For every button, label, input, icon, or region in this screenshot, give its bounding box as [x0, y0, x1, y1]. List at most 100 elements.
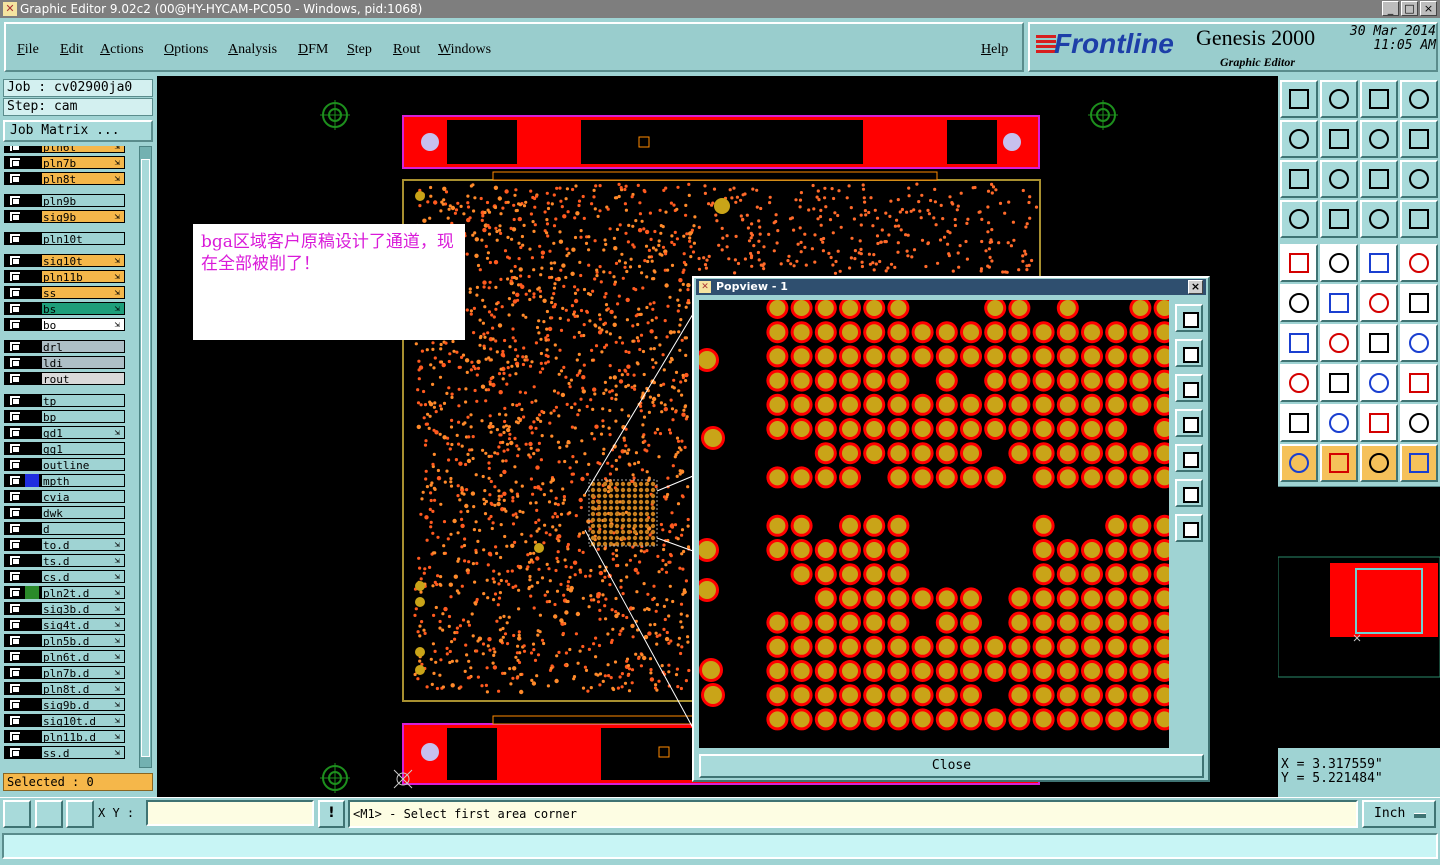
rotate-icon[interactable] — [1360, 324, 1398, 362]
layer-name[interactable]: sig4t.d ⇲ — [41, 618, 125, 632]
layer-checkbox[interactable] — [9, 411, 21, 422]
layer-checkbox[interactable] — [9, 555, 21, 566]
layer-name[interactable]: pln9b — [41, 194, 125, 208]
minimize-button[interactable]: _ — [1382, 1, 1399, 16]
layer-row-rout[interactable]: rout — [4, 372, 128, 386]
layer-name[interactable]: bo ⇲ — [41, 318, 125, 332]
layer-row-ts-d[interactable]: ts.d ⇲ — [4, 554, 128, 568]
popview-zoom-in-icon[interactable] — [1175, 479, 1203, 507]
layer-checkbox[interactable] — [9, 173, 21, 184]
blob-icon[interactable] — [1400, 364, 1438, 402]
area-select-icon[interactable] — [1400, 244, 1438, 282]
layer-row-gd1[interactable]: gd1 ⇲ — [4, 426, 128, 440]
layer-checkbox[interactable] — [9, 341, 21, 352]
layer-checkbox[interactable] — [9, 651, 21, 662]
layer-name[interactable]: tp — [41, 394, 125, 408]
layer-name[interactable]: ss.d ⇲ — [41, 746, 125, 760]
layer-checkbox[interactable] — [9, 635, 21, 646]
xy-input[interactable] — [146, 800, 314, 826]
menu-step[interactable]: Step — [347, 42, 372, 58]
layer-name[interactable]: dwk — [41, 506, 125, 520]
popview-pan-left-icon[interactable] — [1175, 409, 1203, 437]
undo-icon[interactable] — [1280, 120, 1318, 158]
menu-analysis[interactable]: Analysis — [228, 42, 277, 58]
layer-row-to-d[interactable]: to.d ⇲ — [4, 538, 128, 552]
layer-row-sig4t-d[interactable]: sig4t.d ⇲ — [4, 618, 128, 632]
menu-actions[interactable]: Actions — [100, 42, 144, 58]
triangle-d-icon[interactable] — [1400, 404, 1438, 442]
slash-icon[interactable] — [1320, 324, 1358, 362]
layer-name[interactable]: pln7b.d ⇲ — [41, 666, 125, 680]
layer-view-alt-icon[interactable] — [1400, 200, 1438, 238]
layer-checkbox[interactable] — [9, 303, 21, 314]
layer-checkbox[interactable] — [9, 395, 21, 406]
layer-checkbox[interactable] — [9, 715, 21, 726]
popview-pan-right-icon[interactable] — [1175, 444, 1203, 472]
layer-checkbox[interactable] — [9, 731, 21, 742]
layer-checkbox[interactable] — [9, 587, 21, 598]
window-split-icon[interactable] — [1400, 80, 1438, 118]
layer-row-sig9b-d[interactable]: sig9b.d ⇲ — [4, 698, 128, 712]
menu-dfm[interactable]: DFM — [298, 42, 328, 58]
layer-checkbox[interactable] — [9, 427, 21, 438]
select-box-icon[interactable] — [1320, 444, 1358, 482]
layer-checkbox[interactable] — [9, 699, 21, 710]
layer-row-mpth[interactable]: mpth — [4, 474, 128, 488]
layer-name[interactable]: bs ⇲ — [41, 302, 125, 316]
layer-row-pln5b-d[interactable]: pln5b.d ⇲ — [4, 634, 128, 648]
zoom-1-2-icon[interactable] — [1360, 160, 1398, 198]
layer-row-sig10t-d[interactable]: sig10t.d ⇲ — [4, 714, 128, 728]
layer-checkbox[interactable] — [9, 619, 21, 630]
layer-scrollbar[interactable] — [139, 146, 152, 768]
layer-row-cs-d[interactable]: cs.d ⇲ — [4, 570, 128, 584]
ruler-icon[interactable] — [1360, 244, 1398, 282]
menu-file[interactable]: File — [17, 42, 39, 58]
layer-name[interactable]: pln11b ⇲ — [41, 270, 125, 284]
layer-checkbox[interactable] — [9, 319, 21, 330]
layer-row-pln2t-d[interactable]: pln2t.d ⇲ — [4, 586, 128, 600]
settings-icon[interactable] — [1280, 200, 1318, 238]
layer-row-gg1[interactable]: gg1 — [4, 442, 128, 456]
layer-row-pln7b[interactable]: pln7b ⇲ — [4, 156, 128, 170]
layer-name[interactable]: pln6t.d ⇲ — [41, 650, 125, 664]
close-window-button[interactable]: × — [1420, 1, 1437, 16]
layer-name[interactable]: pln8t.d ⇲ — [41, 682, 125, 696]
layer-row-drl[interactable]: drl — [4, 340, 128, 354]
cross-select-icon[interactable] — [1320, 284, 1358, 322]
layer-name[interactable]: cvia — [41, 490, 125, 504]
move-node-icon[interactable] — [1360, 284, 1398, 322]
layer-name[interactable]: mpth — [41, 474, 125, 488]
layer-checkbox[interactable] — [9, 475, 21, 486]
layer-row-bs[interactable]: bs ⇲ — [4, 302, 128, 316]
layer-row-d[interactable]: d — [4, 522, 128, 536]
layer-checkbox[interactable] — [9, 571, 21, 582]
layer-name[interactable]: ldi — [41, 356, 125, 370]
message-icon[interactable]: ! — [318, 800, 345, 828]
layer-checkbox[interactable] — [9, 539, 21, 550]
unit-selector[interactable]: Inch — [1362, 800, 1436, 828]
route-icon[interactable] — [1400, 120, 1438, 158]
layer-name[interactable]: outline — [41, 458, 125, 472]
layer-row-sig9b[interactable]: sig9b ⇲ — [4, 210, 128, 224]
layer-row-pln10t[interactable]: pln10t — [4, 232, 128, 246]
layer-name[interactable]: gg1 — [41, 442, 125, 456]
line-move-icon[interactable] — [1320, 364, 1358, 402]
command-line[interactable] — [2, 833, 1438, 859]
layer-row-sig10t[interactable]: sig10t ⇲ — [4, 254, 128, 268]
grid-icon[interactable] — [1320, 200, 1358, 238]
pointer-box-icon[interactable] — [1360, 444, 1398, 482]
layer-checkbox[interactable] — [9, 667, 21, 678]
layer-name[interactable]: to.d ⇲ — [41, 538, 125, 552]
layer-row-pln11b[interactable]: pln11b ⇲ — [4, 270, 128, 284]
zoom-fit-icon[interactable] — [3, 800, 31, 828]
layer-checkbox[interactable] — [9, 373, 21, 384]
layer-row-pln9b[interactable]: pln9b — [4, 194, 128, 208]
layer-checkbox[interactable] — [9, 357, 21, 368]
help-icon[interactable] — [1400, 160, 1438, 198]
popview-close-button[interactable]: Close — [699, 754, 1204, 778]
arrow-node-icon[interactable] — [1400, 284, 1438, 322]
pointer-icon[interactable] — [1280, 444, 1318, 482]
layer-row-pln11b-d[interactable]: pln11b.d ⇲ — [4, 730, 128, 744]
layer-name[interactable]: pln11b.d ⇲ — [41, 730, 125, 744]
layer-row-pln8t[interactable]: pln8t ⇲ — [4, 172, 128, 186]
